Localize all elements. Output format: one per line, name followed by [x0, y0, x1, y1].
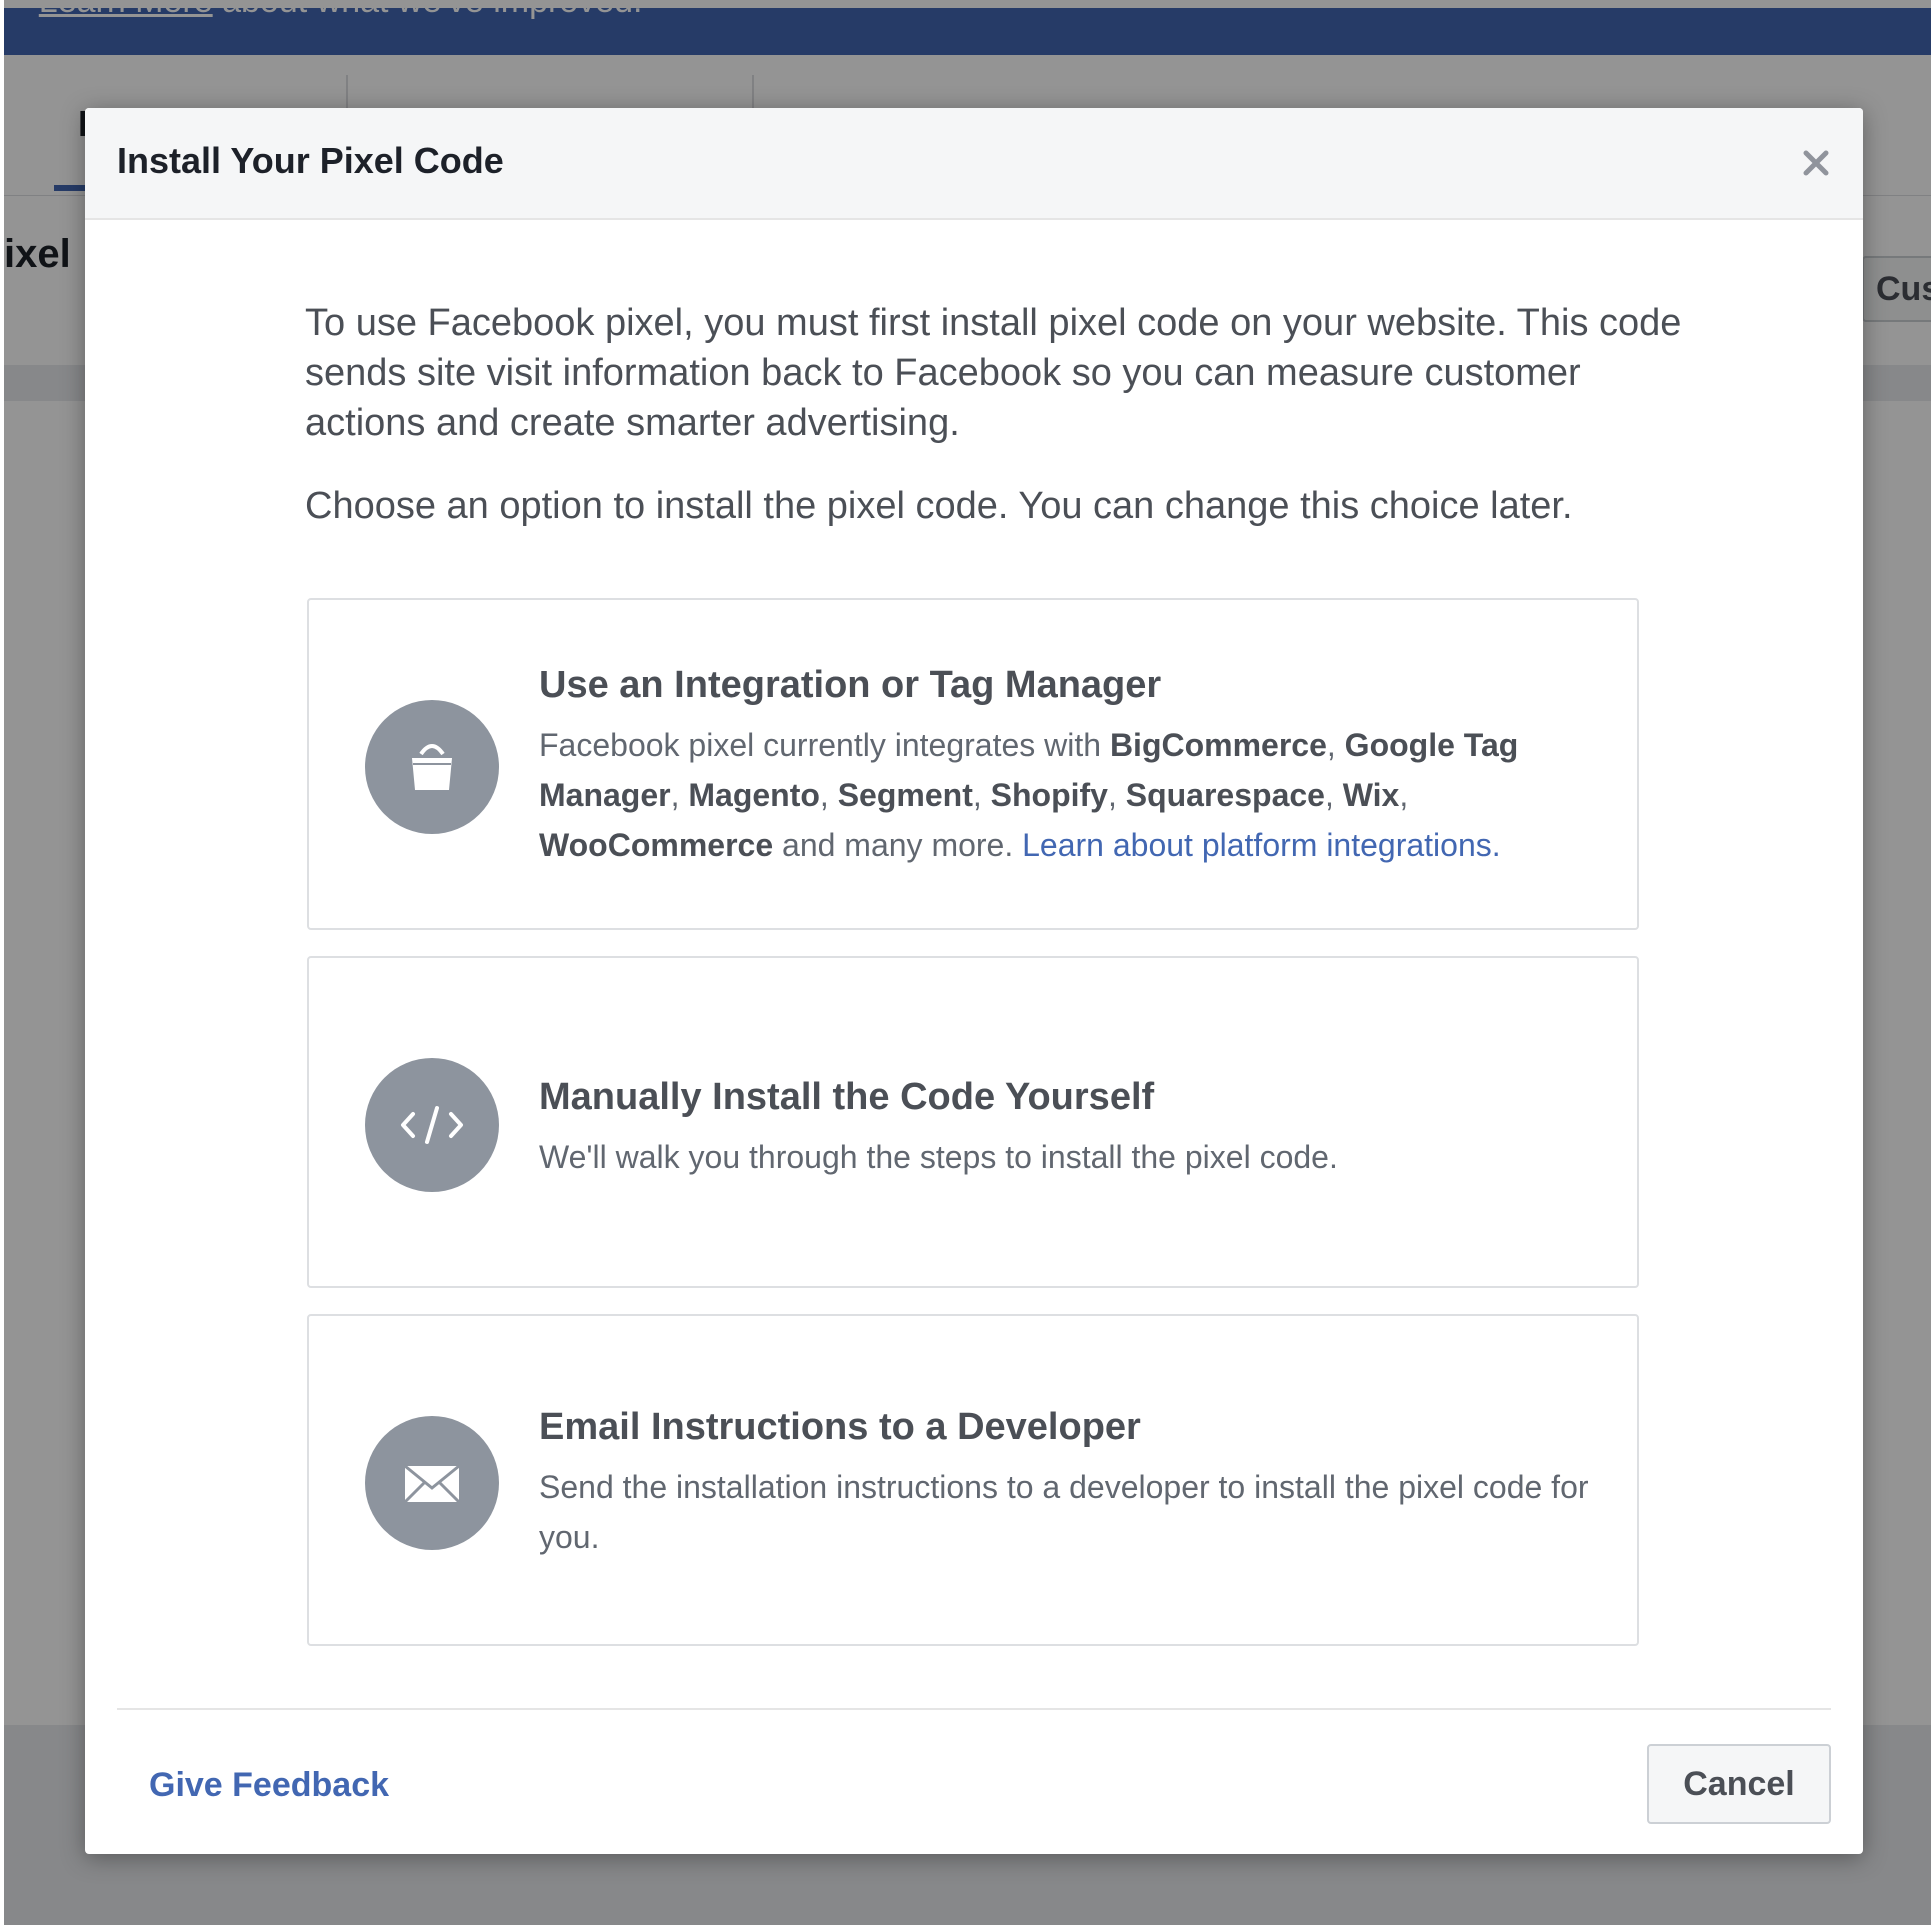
partner-squarespace: Squarespace [1125, 777, 1325, 813]
option-icon-circle [365, 700, 499, 834]
give-feedback-link[interactable]: Give Feedback [149, 1766, 389, 1805]
install-pixel-dialog: Install Your Pixel Code To use Facebook … [85, 108, 1863, 1854]
dialog-intro: To use Facebook pixel, you must first in… [305, 298, 1705, 531]
option-description: Facebook pixel currently integrates with… [539, 727, 1519, 863]
option-text: Manually Install the Code Yourself We'll… [539, 1074, 1599, 1182]
dialog-title: Install Your Pixel Code [117, 140, 504, 181]
option-integration-tag-manager[interactable]: Use an Integration or Tag Manager Facebo… [307, 598, 1639, 930]
dialog-header: Install Your Pixel Code [85, 108, 1863, 220]
option-icon-circle [365, 1416, 499, 1550]
partner-segment: Segment [837, 777, 973, 813]
cancel-button[interactable]: Cancel [1647, 1744, 1831, 1824]
option-text: Use an Integration or Tag Manager Facebo… [539, 662, 1599, 870]
option-manual-install[interactable]: Manually Install the Code Yourself We'll… [307, 956, 1639, 1288]
partner-bigcommerce: BigCommerce [1109, 727, 1327, 763]
desc-lead: Facebook pixel currently integrates with [539, 727, 1102, 763]
partner-magento: Magento [688, 777, 820, 813]
option-email-developer[interactable]: Email Instructions to a Developer Send t… [307, 1314, 1639, 1646]
shopping-bag-icon [412, 744, 452, 790]
option-title: Email Instructions to a Developer [539, 1406, 1141, 1448]
desc-tail: and many more. [782, 827, 1014, 863]
option-description: Send the installation instructions to a … [539, 1469, 1589, 1555]
choose-option-text: Choose an option to install the pixel co… [305, 485, 1573, 527]
partner-woocommerce: WooCommerce [539, 827, 774, 863]
footer-divider [117, 1708, 1831, 1710]
option-icon-circle [365, 1058, 499, 1192]
option-text: Email Instructions to a Developer Send t… [539, 1404, 1599, 1562]
partner-wix: Wix [1342, 777, 1400, 813]
close-button[interactable] [1791, 138, 1841, 188]
intro-paragraph: To use Facebook pixel, you must first in… [305, 302, 1682, 444]
envelope-icon [403, 1464, 461, 1504]
learn-platform-integrations-link[interactable]: Learn about platform integrations. [1022, 827, 1501, 863]
code-icon [401, 1106, 463, 1144]
option-title: Manually Install the Code Yourself [539, 1076, 1155, 1118]
option-title: Use an Integration or Tag Manager [539, 664, 1162, 706]
close-icon [1803, 150, 1829, 176]
partner-shopify: Shopify [990, 777, 1108, 813]
option-description: We'll walk you through the steps to inst… [539, 1139, 1338, 1175]
